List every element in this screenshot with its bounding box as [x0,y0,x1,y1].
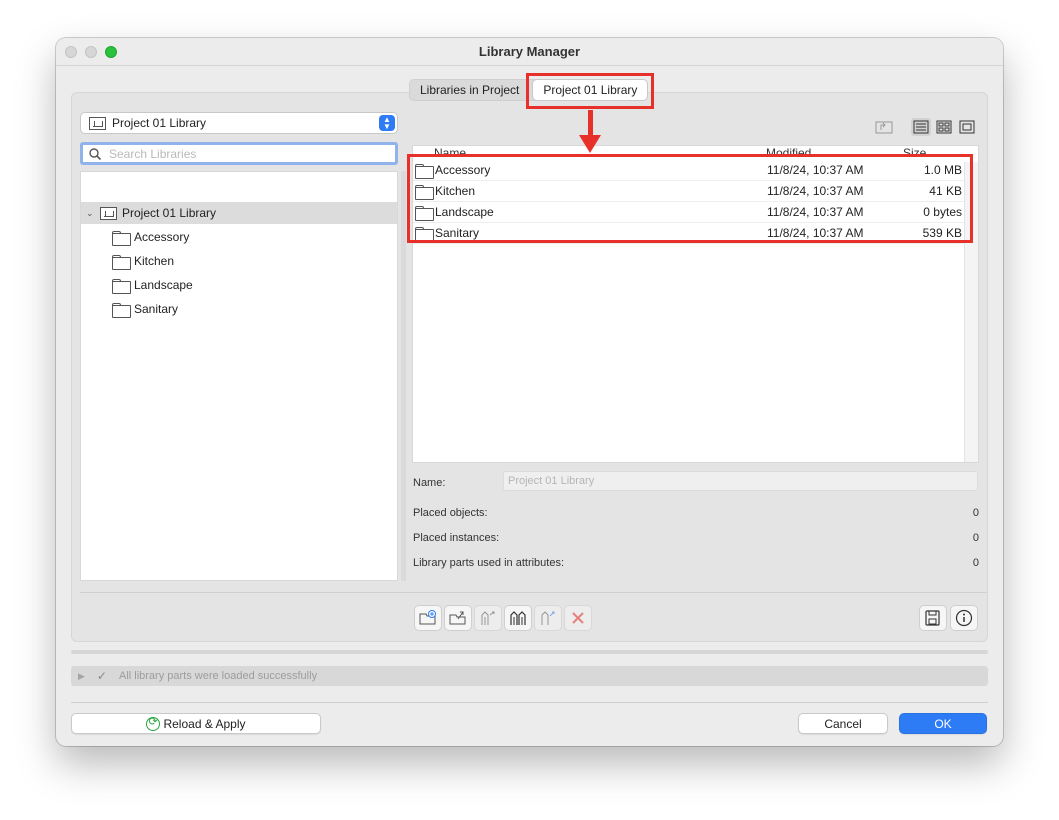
parent-folder-button[interactable] [874,118,894,136]
tree-item-label: Accessory [134,230,190,244]
status-bar[interactable]: ▶ ✓ All library parts were loaded succes… [71,666,988,686]
highlight-arrow-line [588,110,593,138]
reload-apply-button[interactable]: Reload & Apply [71,713,321,734]
library-parts-button[interactable] [504,605,532,631]
preview-view-icon [959,120,975,134]
search-icon [89,147,101,160]
add-folder-button[interactable] [414,605,442,631]
library-tree: ⌄ Project 01 Library Accessory Kitchen L… [80,171,398,581]
status-text: All library parts were loaded successful… [118,670,318,682]
preview-view-button[interactable] [957,118,977,136]
move-part-button[interactable] [474,605,502,631]
library-name-field: Project 01 Library [503,471,978,491]
list-view-icon [913,120,929,134]
tree-item-label: Landscape [134,278,193,292]
tree-item-sanitary[interactable]: Sanitary [81,298,397,320]
placed-instances-value: 0 [972,532,979,544]
link-part-icon [541,611,555,625]
tree-item-kitchen[interactable]: Kitchen [81,250,397,272]
folder-icon [112,230,131,246]
cancel-button[interactable]: Cancel [798,713,888,734]
export-folder-button[interactable] [444,605,472,631]
chevron-down-icon[interactable]: ⌄ [86,208,96,219]
highlight-box-tab [526,73,654,109]
tree-item-accessory[interactable]: Accessory [81,226,397,248]
placed-objects-value: 0 [972,507,979,519]
title-bar: Library Manager [56,38,1003,66]
info-icon [955,609,973,627]
tree-item-label: Sanitary [134,302,179,316]
library-icon [100,206,117,220]
name-label: Name: [413,477,446,489]
tree-item-label: Kitchen [134,254,175,268]
search-field[interactable] [80,142,398,165]
library-parts-icon [510,611,526,625]
attribute-parts-label: Library parts used in attributes: [413,557,565,569]
chevron-updown-icon: ▲ ▼ [379,115,395,131]
attribute-parts-value: 0 [972,557,979,569]
progress-track [71,650,988,654]
tree-item-landscape[interactable]: Landscape [81,274,397,296]
window-title: Library Manager [478,44,581,59]
export-folder-icon [449,611,466,625]
tree-item-label: Project 01 Library [122,206,217,220]
save-icon [925,610,940,626]
folder-icon [112,254,131,270]
move-part-icon [481,611,495,625]
library-select-value: Project 01 Library [112,116,207,130]
pane-splitter[interactable] [401,171,406,581]
add-folder-icon [419,610,436,625]
divider [71,702,988,703]
library-manager-window: Library Manager Libraries in Project Pro… [56,38,1003,746]
reload-apply-label: Reload & Apply [163,716,246,731]
parent-folder-icon [875,121,893,134]
info-button[interactable] [950,605,978,631]
remove-button[interactable] [564,605,592,631]
library-icon [89,116,106,130]
placed-objects-label: Placed objects: [413,507,488,519]
divider [80,592,987,593]
tab-libraries-in-project[interactable]: Libraries in Project [410,80,529,100]
highlight-box-file-list [407,154,973,243]
link-part-button[interactable] [534,605,562,631]
reload-icon [146,715,161,731]
search-input[interactable] [109,146,379,161]
library-select[interactable]: Project 01 Library ▲ ▼ [80,112,398,134]
grid-view-button[interactable] [934,118,954,136]
disclosure-triangle-icon[interactable]: ▶ [78,671,85,682]
save-library-button[interactable] [919,605,947,631]
ok-button[interactable]: OK [899,713,987,734]
checkmark-icon: ✓ [96,669,107,683]
folder-icon [112,278,131,294]
list-view-button[interactable] [911,118,931,136]
close-icon [572,612,584,624]
highlight-arrow-head [579,135,601,153]
folder-icon [112,302,131,318]
placed-instances-label: Placed instances: [413,532,500,544]
tree-item-root[interactable]: ⌄ Project 01 Library [81,202,397,224]
grid-view-icon [936,120,952,134]
